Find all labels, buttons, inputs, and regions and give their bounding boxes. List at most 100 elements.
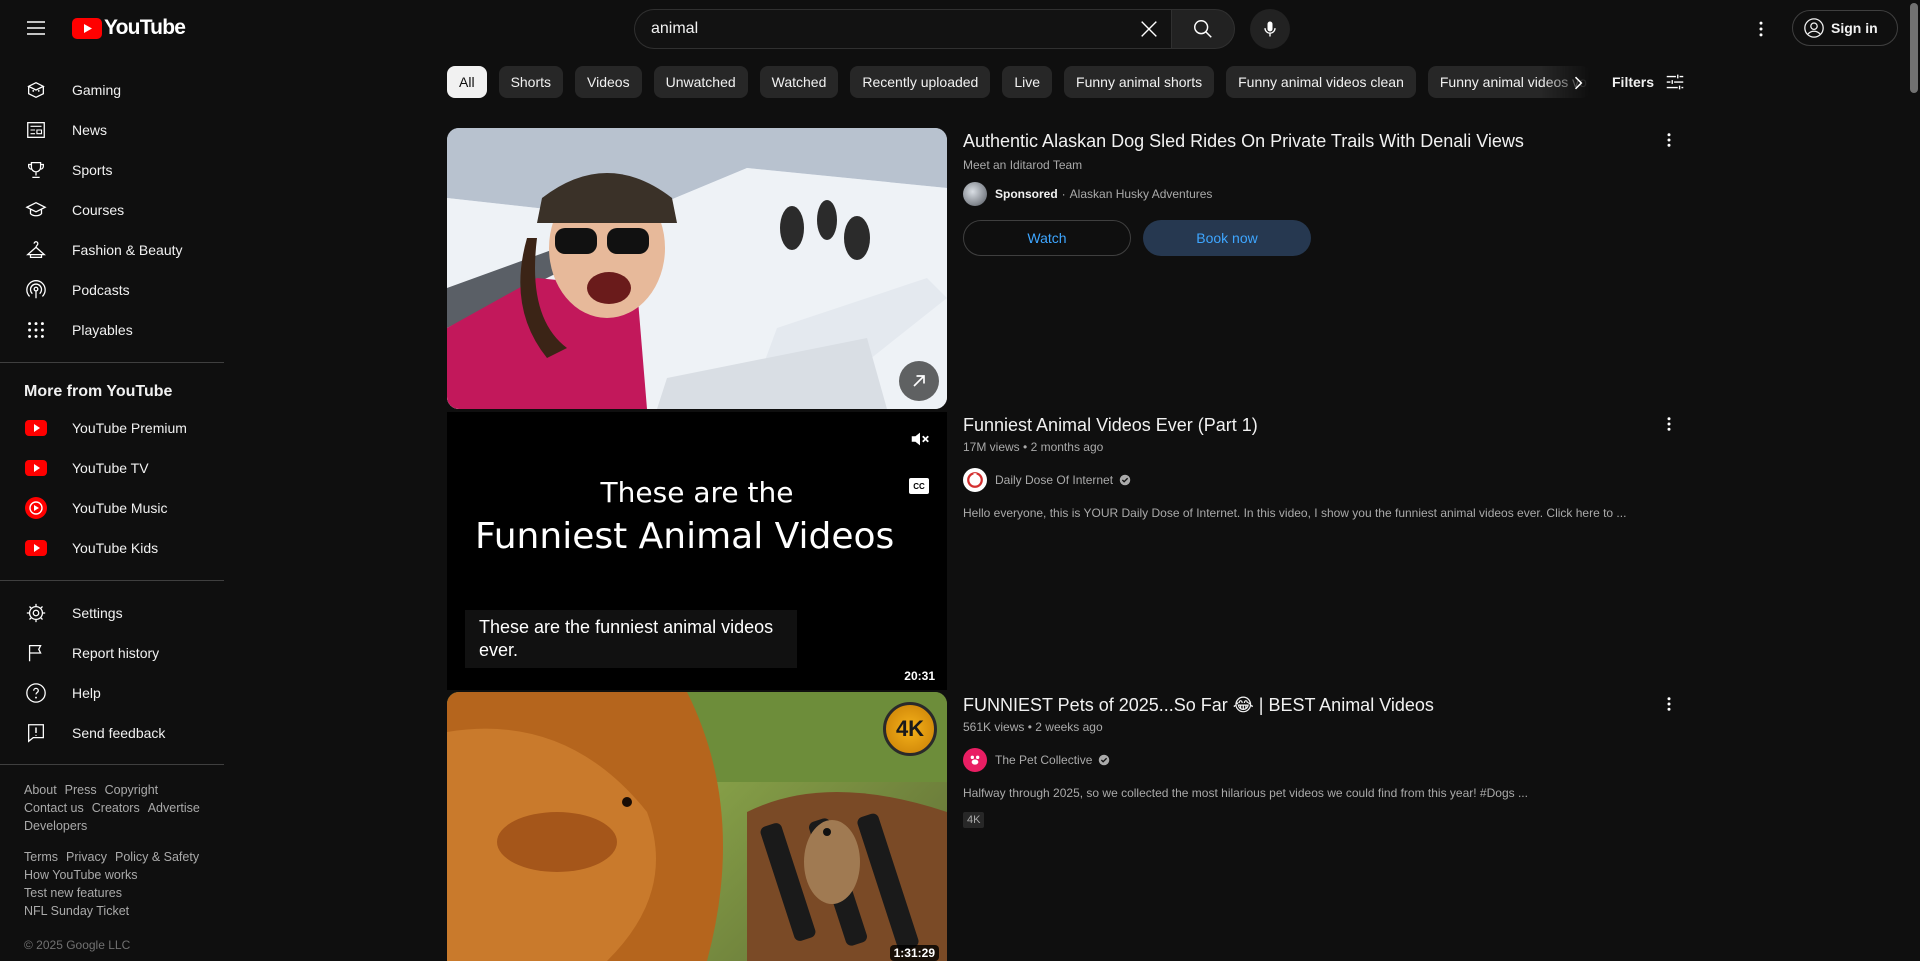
- sidebar-item-youtube-music[interactable]: YouTube Music: [12, 488, 212, 528]
- ad-more-button[interactable]: [1657, 128, 1681, 152]
- video-more-button[interactable]: [1657, 692, 1681, 716]
- clear-search-button[interactable]: [1129, 9, 1169, 49]
- sidebar-item-fashion-beauty[interactable]: Fashion & Beauty: [12, 230, 212, 270]
- gaming-icon: [24, 78, 48, 102]
- filters-button[interactable]: Filters: [1612, 66, 1686, 98]
- footer-link-nfl[interactable]: NFL Sunday Ticket: [24, 904, 129, 918]
- footer-link-terms[interactable]: Terms: [24, 850, 58, 864]
- chip-unwatched[interactable]: Unwatched: [653, 66, 748, 98]
- sidebar-divider: [0, 362, 224, 363]
- scrollbar-thumb[interactable]: [1910, 3, 1918, 93]
- youtube-logo[interactable]: YouTube: [72, 16, 186, 40]
- hamburger-icon: [27, 21, 45, 35]
- footer-link-copyright[interactable]: Copyright: [105, 783, 159, 797]
- sidebar: Gaming News Sports Courses Fashion & Bea…: [0, 56, 224, 961]
- help-icon: [24, 681, 48, 705]
- search-icon: [1194, 20, 1212, 38]
- footer-link-test-features[interactable]: Test new features: [24, 886, 122, 900]
- search-button[interactable]: [1171, 9, 1235, 49]
- mute-button[interactable]: [909, 428, 931, 455]
- sidebar-item-report-history[interactable]: Report history: [12, 633, 212, 673]
- chips-next-button[interactable]: [1560, 65, 1596, 101]
- channel-name[interactable]: Daily Dose Of Internet: [995, 473, 1113, 487]
- chip-shorts[interactable]: Shorts: [498, 66, 564, 98]
- footer-link-creators[interactable]: Creators: [92, 801, 140, 815]
- menu-button[interactable]: [16, 8, 56, 48]
- channel-name[interactable]: The Pet Collective: [995, 753, 1092, 767]
- search-input[interactable]: [651, 20, 1129, 38]
- video-title[interactable]: Funniest Animal Videos Ever (Part 1): [963, 412, 1663, 438]
- advertiser-avatar[interactable]: [963, 182, 987, 206]
- feedback-icon: [24, 721, 48, 745]
- sidebar-item-courses[interactable]: Courses: [12, 190, 212, 230]
- vertical-dots-icon: [1667, 697, 1671, 711]
- sidebar-item-label: Courses: [72, 202, 125, 218]
- sidebar-item-settings[interactable]: Settings: [12, 593, 212, 633]
- footer-link-developers[interactable]: Developers: [24, 819, 87, 833]
- sidebar-item-label: Help: [72, 685, 101, 701]
- sign-in-button[interactable]: Sign in: [1792, 10, 1898, 46]
- sidebar-item-sports[interactable]: Sports: [12, 150, 212, 190]
- video-info: Funniest Animal Videos Ever (Part 1) 17M…: [963, 412, 1663, 520]
- youtube-premium-icon: [24, 416, 48, 440]
- podcast-icon: [24, 278, 48, 302]
- vertical-dots-icon: [1667, 133, 1671, 147]
- sidebar-item-youtube-premium[interactable]: YouTube Premium: [12, 408, 212, 448]
- sidebar-item-youtube-tv[interactable]: YouTube TV: [12, 448, 212, 488]
- video-caption: These are the funniest animal videos eve…: [465, 610, 797, 668]
- sidebar-item-podcasts[interactable]: Podcasts: [12, 270, 212, 310]
- chip-recently-uploaded[interactable]: Recently uploaded: [850, 66, 991, 98]
- search-box: [634, 9, 1171, 49]
- channel-avatar[interactable]: [963, 468, 987, 492]
- sidebar-item-send-feedback[interactable]: Send feedback: [12, 713, 212, 753]
- copyright: © 2025 Google LLC: [24, 938, 131, 952]
- footer-link-privacy[interactable]: Privacy: [66, 850, 107, 864]
- book-now-button[interactable]: Book now: [1143, 220, 1311, 256]
- separator-dot: ·: [1061, 187, 1066, 201]
- sidebar-item-label: Sports: [72, 162, 113, 178]
- chip-videos[interactable]: Videos: [575, 66, 642, 98]
- footer-link-how-youtube-works[interactable]: How YouTube works: [24, 868, 138, 882]
- video-meta: 17M views • 2 months ago: [963, 440, 1663, 454]
- vertical-dots-icon: [1759, 21, 1763, 37]
- video-thumbnail[interactable]: These are the Funniest Animal Videos The…: [447, 412, 947, 690]
- open-link-button[interactable]: [899, 361, 939, 401]
- watch-button[interactable]: Watch: [963, 220, 1131, 256]
- captions-button[interactable]: CC: [909, 478, 929, 494]
- sidebar-item-help[interactable]: Help: [12, 673, 212, 713]
- page-scrollbar[interactable]: [1908, 0, 1920, 961]
- ad-title[interactable]: Authentic Alaskan Dog Sled Rides On Priv…: [963, 128, 1663, 154]
- sidebar-item-gaming[interactable]: Gaming: [12, 70, 212, 110]
- settings-menu-button[interactable]: [1741, 9, 1781, 49]
- video-thumbnail[interactable]: 4K 1:31:29: [447, 692, 947, 961]
- footer-link-about[interactable]: About: [24, 783, 57, 797]
- more-from-youtube-heading: More from YouTube: [24, 383, 173, 400]
- sidebar-item-playables[interactable]: Playables: [12, 310, 212, 350]
- sidebar-item-news[interactable]: News: [12, 110, 212, 150]
- chip-all[interactable]: All: [447, 66, 487, 98]
- ad-actions: Watch Book now: [963, 220, 1663, 256]
- youtube-play-icon: [72, 17, 102, 39]
- sidebar-item-youtube-kids[interactable]: YouTube Kids: [12, 528, 212, 568]
- channel-avatar[interactable]: [963, 748, 987, 772]
- video-description: Hello everyone, this is YOUR Daily Dose …: [963, 506, 1627, 520]
- advertiser-name[interactable]: Alaskan Husky Adventures: [1070, 187, 1213, 201]
- chip-watched[interactable]: Watched: [759, 66, 839, 98]
- chip-live[interactable]: Live: [1002, 66, 1053, 98]
- youtube-tv-icon: [24, 456, 48, 480]
- ad-thumbnail[interactable]: [447, 128, 947, 409]
- chip-funny-animal-videos-clean[interactable]: Funny animal videos clean: [1226, 66, 1416, 98]
- footer-link-press[interactable]: Press: [65, 783, 97, 797]
- footer-link-policy[interactable]: Policy & Safety: [115, 850, 199, 864]
- youtube-kids-icon: [24, 536, 48, 560]
- video-more-button[interactable]: [1657, 412, 1681, 436]
- chip-funny-animal-shorts[interactable]: Funny animal shorts: [1064, 66, 1215, 98]
- voice-search-button[interactable]: [1250, 9, 1290, 49]
- view-count: 561K views: [963, 720, 1025, 734]
- footer-link-advertise[interactable]: Advertise: [148, 801, 200, 815]
- sled-scene-image: [447, 128, 947, 409]
- quality-badge: 4K: [963, 812, 985, 828]
- video-title[interactable]: FUNNIEST Pets of 2025...So Far 😂 | BEST …: [963, 692, 1663, 718]
- video-info: FUNNIEST Pets of 2025...So Far 😂 | BEST …: [963, 692, 1663, 828]
- footer-link-contact[interactable]: Contact us: [24, 801, 84, 815]
